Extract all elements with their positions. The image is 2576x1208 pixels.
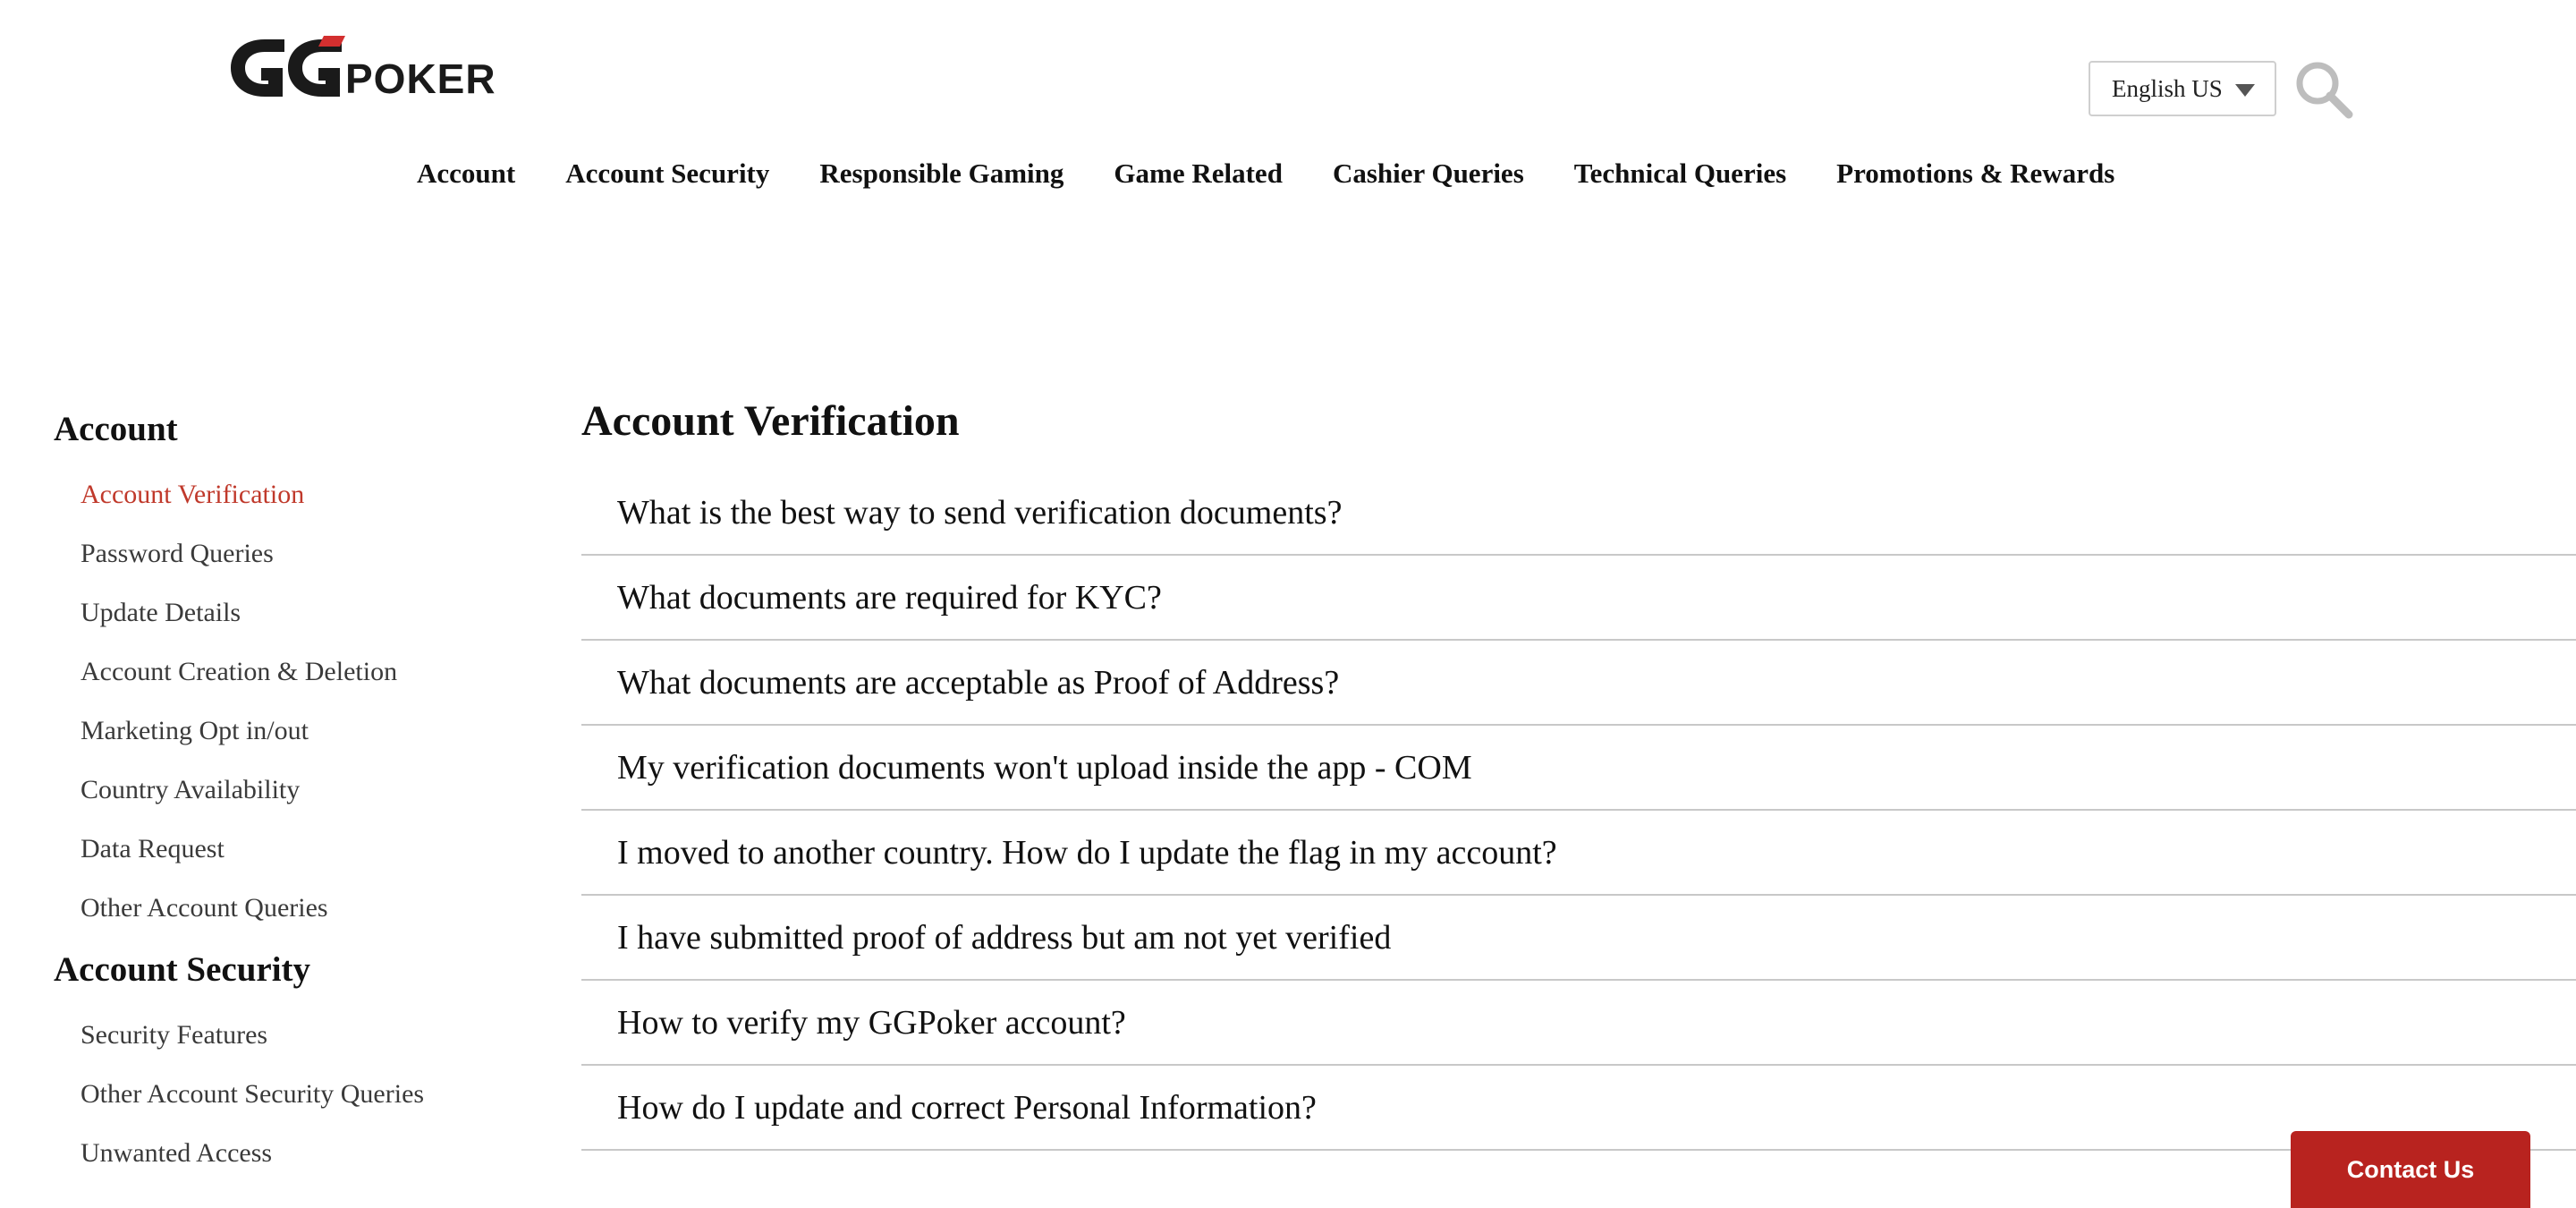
nav-cashier-queries[interactable]: Cashier Queries xyxy=(1333,157,1524,190)
faq-item[interactable]: I moved to another country. How do I upd… xyxy=(581,811,2576,896)
main-content: Account Verification What is the best wa… xyxy=(581,390,2576,1151)
faq-item[interactable]: What documents are acceptable as Proof o… xyxy=(581,641,2576,726)
sidebar-heading-account-security[interactable]: Account Security xyxy=(54,945,519,995)
nav-account-security[interactable]: Account Security xyxy=(565,157,769,190)
faq-item[interactable]: I have submitted proof of address but am… xyxy=(581,896,2576,981)
sidebar-item-password-queries[interactable]: Password Queries xyxy=(54,524,519,583)
faq-item[interactable]: What is the best way to send verificatio… xyxy=(581,471,2576,556)
nav-promotions-rewards[interactable]: Promotions & Rewards xyxy=(1836,157,2114,190)
faq-item[interactable]: My verification documents won't upload i… xyxy=(581,726,2576,811)
svg-text:POKER: POKER xyxy=(345,55,496,102)
sidebar-item-unwanted-access[interactable]: Unwanted Access xyxy=(54,1124,519,1183)
nav-game-related[interactable]: Game Related xyxy=(1114,157,1283,190)
nav-responsible-gaming[interactable]: Responsible Gaming xyxy=(819,157,1063,190)
sidebar-list-account: Account Verification Password Queries Up… xyxy=(54,465,519,938)
search-icon[interactable] xyxy=(2293,59,2354,120)
faq-list: What is the best way to send verificatio… xyxy=(581,471,2576,1151)
nav-technical-queries[interactable]: Technical Queries xyxy=(1574,157,1786,190)
contact-us-button[interactable]: Contact Us xyxy=(2291,1131,2530,1208)
sidebar-list-account-security: Security Features Other Account Security… xyxy=(54,1006,519,1183)
chevron-down-icon xyxy=(2235,84,2255,97)
sidebar-item-account-verification[interactable]: Account Verification xyxy=(54,465,519,524)
faq-item[interactable]: What documents are required for KYC? xyxy=(581,556,2576,641)
ggpoker-logo[interactable]: POKER xyxy=(225,32,530,104)
sidebar-item-marketing-opt[interactable]: Marketing Opt in/out xyxy=(54,702,519,761)
sidebar-item-other-account-security-queries[interactable]: Other Account Security Queries xyxy=(54,1065,519,1124)
nav-account[interactable]: Account xyxy=(417,157,515,190)
sidebar-item-other-account-queries[interactable]: Other Account Queries xyxy=(54,879,519,938)
sidebar: Account Account Verification Password Qu… xyxy=(54,404,519,1183)
language-select[interactable]: English US xyxy=(2089,61,2276,116)
language-value: English US xyxy=(2112,74,2223,102)
sidebar-item-security-features[interactable]: Security Features xyxy=(54,1006,519,1065)
sidebar-item-country-availability[interactable]: Country Availability xyxy=(54,761,519,820)
sidebar-item-data-request[interactable]: Data Request xyxy=(54,820,519,879)
sidebar-item-update-details[interactable]: Update Details xyxy=(54,583,519,642)
faq-item[interactable]: How do I update and correct Personal Inf… xyxy=(581,1066,2576,1151)
page-title: Account Verification xyxy=(581,397,960,445)
faq-item[interactable]: How to verify my GGPoker account? xyxy=(581,981,2576,1066)
top-nav-items: Account Account Security Responsible Gam… xyxy=(417,157,2165,190)
sidebar-heading-account[interactable]: Account xyxy=(54,404,519,455)
sidebar-item-account-creation-deletion[interactable]: Account Creation & Deletion xyxy=(54,642,519,702)
sidebar-group-account-security: Account Security Security Features Other… xyxy=(54,945,519,1183)
